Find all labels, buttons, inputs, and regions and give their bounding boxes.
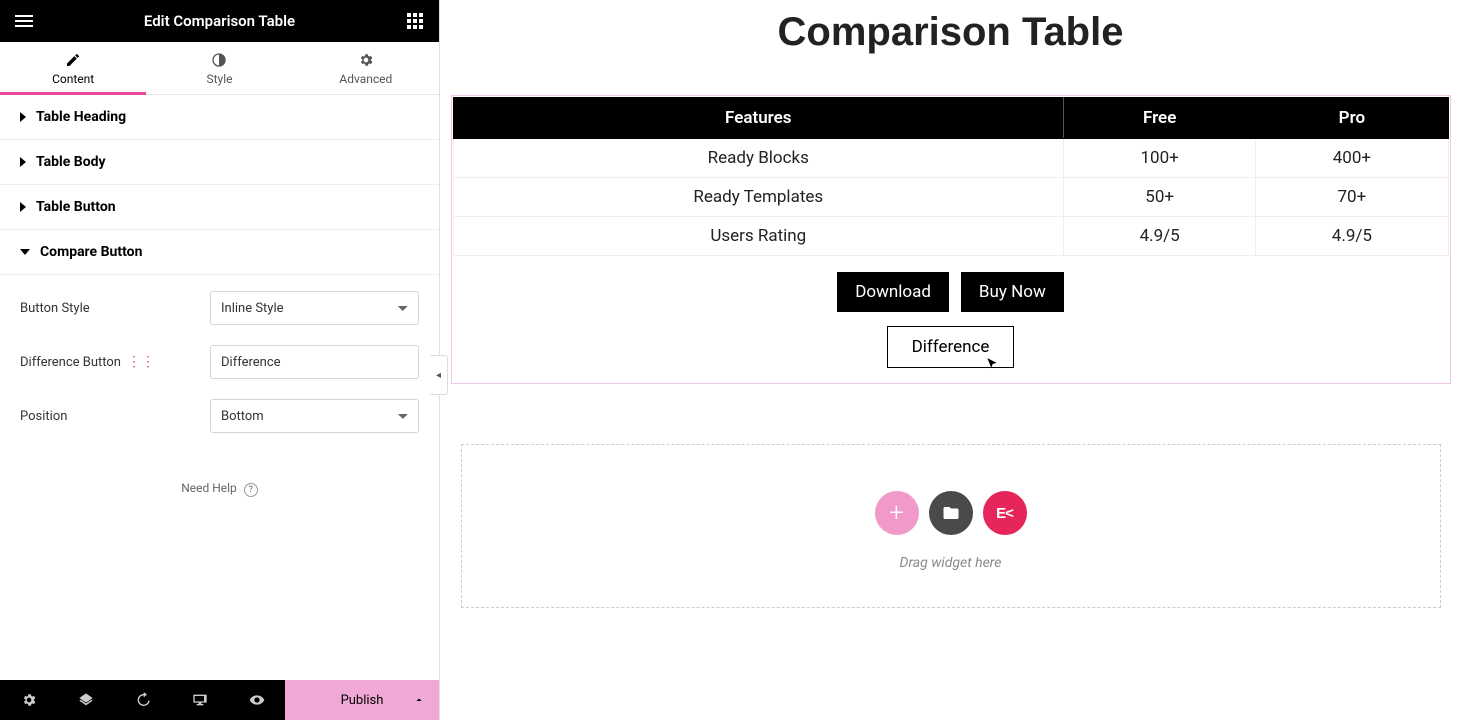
settings-button[interactable] xyxy=(0,680,57,720)
table-row: Ready Templates 50+ 70+ xyxy=(453,178,1448,217)
table-header-cell: Pro xyxy=(1256,98,1448,139)
button-style-select[interactable]: Inline Style xyxy=(210,291,419,325)
elementskit-button[interactable]: E< xyxy=(983,491,1027,535)
compare-button-content: Button Style Inline Style Difference But… xyxy=(0,275,439,463)
table-header-row: Features Free Pro xyxy=(453,98,1448,139)
page-title: Comparison Table xyxy=(450,10,1451,55)
chevron-up-icon[interactable] xyxy=(413,694,425,706)
tab-advanced[interactable]: Advanced xyxy=(293,42,439,94)
layers-icon xyxy=(78,692,94,708)
section-table-body[interactable]: Table Body xyxy=(0,140,439,185)
dropzone-buttons: + E< xyxy=(462,491,1440,535)
table-header-cell: Free xyxy=(1064,98,1256,139)
buy-now-button[interactable]: Buy Now xyxy=(961,272,1064,312)
chevron-left-icon: ◂ xyxy=(436,370,441,381)
dropzone-hint: Drag widget here xyxy=(462,555,1440,571)
eye-icon xyxy=(248,692,266,708)
section-compare-button[interactable]: Compare Button xyxy=(0,230,439,275)
navigator-button[interactable] xyxy=(57,680,114,720)
table-cell: 50+ xyxy=(1064,178,1256,217)
hamburger-icon xyxy=(15,20,33,22)
cursor-icon xyxy=(985,357,999,371)
tab-label: Style xyxy=(206,72,232,86)
need-help-link[interactable]: Need Help ? xyxy=(0,463,439,515)
table-cell: 70+ xyxy=(1256,178,1448,217)
sidebar-title: Edit Comparison Table xyxy=(144,12,295,30)
table-cell: Ready Templates xyxy=(453,178,1064,217)
table-cell: Ready Blocks xyxy=(453,139,1064,178)
ek-logo-icon: E< xyxy=(996,505,1013,522)
folder-icon xyxy=(942,504,960,522)
table-row: Users Rating 4.9/5 4.9/5 xyxy=(453,217,1448,256)
table-cell: 100+ xyxy=(1064,139,1256,178)
tab-label: Content xyxy=(52,72,94,86)
history-icon xyxy=(135,692,151,708)
chevron-down-icon xyxy=(20,249,30,255)
section-table-heading[interactable]: Table Heading xyxy=(0,95,439,140)
collapse-sidebar-button[interactable]: ◂ xyxy=(430,355,448,395)
section-table-button[interactable]: Table Button xyxy=(0,185,439,230)
pencil-icon xyxy=(65,52,81,68)
preview-button[interactable] xyxy=(228,680,285,720)
field-label: Button Style xyxy=(20,301,210,316)
table-cell: Users Rating xyxy=(453,217,1064,256)
add-section-button[interactable]: + xyxy=(875,491,919,535)
tab-style[interactable]: Style xyxy=(146,42,292,94)
table-button-row: Download Buy Now xyxy=(453,256,1449,322)
contrast-icon xyxy=(211,52,227,68)
field-button-style: Button Style Inline Style xyxy=(20,281,419,335)
position-select[interactable]: Bottom xyxy=(210,399,419,433)
table-row: Ready Blocks 100+ 400+ xyxy=(453,139,1448,178)
field-label: Difference Button xyxy=(20,355,121,370)
section-label: Table Button xyxy=(36,199,116,215)
difference-button[interactable]: Difference xyxy=(887,326,1015,368)
download-button[interactable]: Download xyxy=(837,272,949,312)
table-header-cell: Features xyxy=(453,98,1064,139)
publish-button[interactable]: Publish xyxy=(285,680,439,720)
section-label: Compare Button xyxy=(40,244,142,260)
chevron-right-icon xyxy=(20,157,26,167)
devices-icon xyxy=(191,692,209,708)
section-label: Table Heading xyxy=(36,109,126,125)
editor-canvas: Comparison Table Features Free Pro Ready… xyxy=(440,0,1461,720)
field-position: Position Bottom xyxy=(20,389,419,443)
comparison-table-widget[interactable]: Features Free Pro Ready Blocks 100+ 400+… xyxy=(451,95,1451,384)
field-difference-button: Difference Button ⋮⋮ xyxy=(20,335,419,389)
panel-body: Table Heading Table Body Table Button Co… xyxy=(0,95,439,680)
table-cell: 4.9/5 xyxy=(1064,217,1256,256)
history-button[interactable] xyxy=(114,680,171,720)
gear-icon xyxy=(21,692,37,708)
editor-tabs: Content Style Advanced xyxy=(0,42,439,95)
table-cell: 400+ xyxy=(1256,139,1448,178)
menu-button[interactable] xyxy=(12,9,36,33)
template-library-button[interactable] xyxy=(929,491,973,535)
difference-button-input[interactable] xyxy=(210,345,419,379)
help-icon: ? xyxy=(244,483,258,497)
editor-sidebar: Edit Comparison Table Content Style Adva… xyxy=(0,0,440,720)
chevron-right-icon xyxy=(20,112,26,122)
sidebar-header: Edit Comparison Table xyxy=(0,0,439,42)
field-label: Position xyxy=(20,409,210,424)
apps-grid-icon xyxy=(407,13,423,29)
chevron-right-icon xyxy=(20,202,26,212)
comparison-table: Features Free Pro Ready Blocks 100+ 400+… xyxy=(453,97,1449,256)
gear-icon xyxy=(358,52,374,68)
plus-icon: + xyxy=(889,498,904,528)
widgets-button[interactable] xyxy=(403,9,427,33)
table-cell: 4.9/5 xyxy=(1256,217,1448,256)
difference-row: Difference xyxy=(453,322,1449,382)
dynamic-icon[interactable]: ⋮⋮ xyxy=(127,354,155,370)
sidebar-footer: Publish xyxy=(0,680,439,720)
tab-content[interactable]: Content xyxy=(0,42,146,94)
tab-label: Advanced xyxy=(339,72,392,86)
drop-zone[interactable]: + E< Drag widget here xyxy=(461,444,1441,608)
responsive-button[interactable] xyxy=(171,680,228,720)
section-label: Table Body xyxy=(36,154,106,170)
